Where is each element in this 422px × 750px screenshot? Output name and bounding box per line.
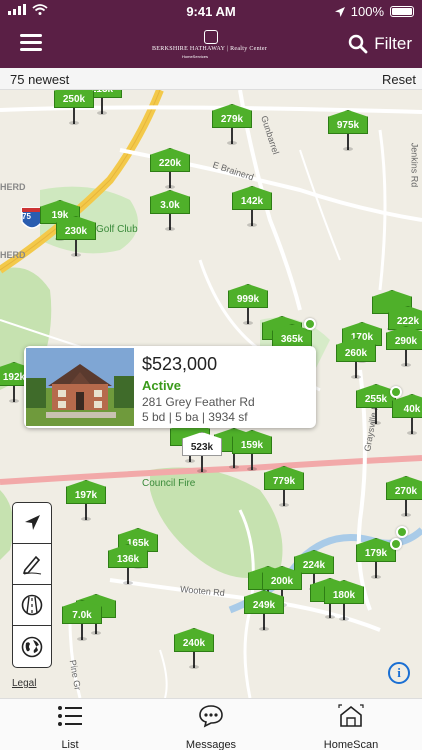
tab-messages-label: Messages: [185, 739, 237, 750]
pin-price: 136k: [108, 544, 148, 568]
listing-dot[interactable]: [390, 386, 402, 398]
filter-label: Filter: [374, 34, 412, 53]
listing-pin[interactable]: 136k: [108, 544, 148, 586]
listing-pin[interactable]: 260k: [336, 338, 376, 380]
listing-pin[interactable]: 240k: [174, 628, 214, 670]
tab-messages[interactable]: Messages: [161, 703, 261, 750]
listing-dot[interactable]: [396, 526, 408, 538]
draw-area-button[interactable]: [13, 544, 51, 585]
tab-bar: List Messages HomeScan: [0, 698, 422, 750]
pin-price: 270k: [386, 476, 422, 500]
tab-list-label: List: [61, 739, 79, 750]
selected-pin-price: 523k: [182, 432, 222, 456]
listing-price: $523,000: [142, 354, 218, 374]
legal-link[interactable]: Legal: [12, 678, 36, 689]
map-type-button[interactable]: [13, 626, 51, 667]
list-icon: [58, 706, 82, 726]
pin-price: 255k: [356, 384, 396, 408]
interstate-label: 75: [22, 212, 31, 221]
chat-icon: [199, 705, 223, 728]
status-right: 100%: [334, 4, 414, 19]
menu-button[interactable]: [20, 32, 44, 52]
listing-dot[interactable]: [304, 318, 316, 330]
brand-name: BERKSHIRE HATHAWAY | Realty Center: [152, 46, 268, 52]
pin-price: 250k: [54, 90, 94, 108]
listing-pin[interactable]: 779k: [264, 466, 304, 508]
map-tools: [12, 502, 52, 668]
pin-price: 142k: [232, 186, 272, 210]
pin-price: 3.0k: [150, 190, 190, 214]
tab-list[interactable]: List: [20, 703, 120, 750]
pin-price: 197k: [66, 480, 106, 504]
pin-price: 290k: [386, 326, 422, 350]
listing-pin[interactable]: 230k: [56, 216, 96, 258]
listing-pin[interactable]: 270k: [386, 476, 422, 518]
globe-icon: [21, 636, 43, 657]
pin-price: 975k: [328, 110, 368, 134]
location-arrow-icon: [334, 6, 345, 17]
pin-price: 220k: [150, 148, 190, 172]
results-count: 75 newest: [10, 72, 70, 87]
listing-dot[interactable]: [390, 538, 402, 550]
listing-specs: 5 bd | 5 ba | 3934 sf: [142, 410, 248, 424]
battery-percent: 100%: [350, 4, 384, 19]
tab-homescan[interactable]: HomeScan: [301, 703, 401, 750]
status-bar: 9:41 AM 100%: [0, 0, 422, 22]
listing-address: 281 Grey Feather Rd: [142, 395, 255, 409]
pin-price: 230k: [56, 216, 96, 240]
road-label-jenkins: Jenkins Rd: [409, 142, 420, 188]
listing-pin[interactable]: 7.0k: [62, 600, 102, 642]
place-label-council-fire: Council Fire: [142, 478, 196, 489]
search-icon: [348, 34, 368, 54]
filter-button[interactable]: Filter: [348, 34, 412, 54]
pin-price: 249k: [244, 590, 284, 614]
tab-homescan-label: HomeScan: [323, 739, 379, 750]
results-bar: 75 newest Reset: [0, 68, 422, 90]
brand-sub: HomeServices: [182, 54, 209, 59]
place-label-herd-2: HERD: [0, 250, 26, 260]
pin-price: 999k: [228, 284, 268, 308]
listing-pin[interactable]: 197k: [66, 480, 106, 522]
house-scan-icon: [338, 704, 364, 727]
listing-pin[interactable]: 3.0k: [150, 190, 190, 232]
brand-emblem-icon: [204, 30, 218, 44]
road-icon: [21, 594, 43, 616]
place-label-golf-club: Golf Club: [96, 224, 138, 235]
listing-pin[interactable]: 975k: [328, 110, 368, 152]
road-layer-button[interactable]: [13, 585, 51, 626]
pin-price: 159k: [232, 430, 272, 454]
listing-pin[interactable]: 40k: [392, 394, 422, 436]
info-button[interactable]: i: [388, 662, 410, 684]
listing-pin[interactable]: 249k: [244, 590, 284, 632]
listing-status: Active: [142, 378, 182, 393]
pin-price: 200k: [262, 566, 302, 590]
locate-me-button[interactable]: [13, 503, 51, 544]
listing-callout[interactable]: $523,000 Active 281 Grey Feather Rd 5 bd…: [24, 346, 316, 428]
brand-logo: BERKSHIRE HATHAWAY | Realty Center HomeS…: [152, 30, 272, 60]
pin-price: 240k: [174, 628, 214, 652]
listing-pin[interactable]: 220k: [150, 148, 190, 190]
pin-price: 279k: [212, 104, 252, 128]
listing-pin[interactable]: 290k: [386, 326, 422, 368]
pin-price: 7.0k: [62, 600, 102, 624]
nav-bar: BERKSHIRE HATHAWAY | Realty Center HomeS…: [0, 22, 422, 68]
battery-icon: [390, 6, 414, 17]
place-label-herd-1: HERD: [0, 182, 26, 192]
pin-price: 180k: [324, 580, 364, 604]
listing-photo: [26, 348, 134, 426]
listing-pin[interactable]: 180k: [324, 580, 364, 622]
map-view[interactable]: 75 Gunbarrel E Brainerd Jenkins Rd Grays…: [0, 90, 422, 698]
location-arrow-icon: [25, 515, 40, 530]
pin-price: 779k: [264, 466, 304, 490]
pin-price: 260k: [336, 338, 376, 362]
listing-pin[interactable]: 279k: [212, 104, 252, 146]
listing-pin[interactable]: 142k: [232, 186, 272, 228]
pencil-icon: [22, 555, 42, 575]
selected-listing-pin[interactable]: 523k: [182, 432, 222, 474]
reset-button[interactable]: Reset: [382, 72, 416, 87]
listing-pin[interactable]: 250k: [54, 90, 94, 126]
